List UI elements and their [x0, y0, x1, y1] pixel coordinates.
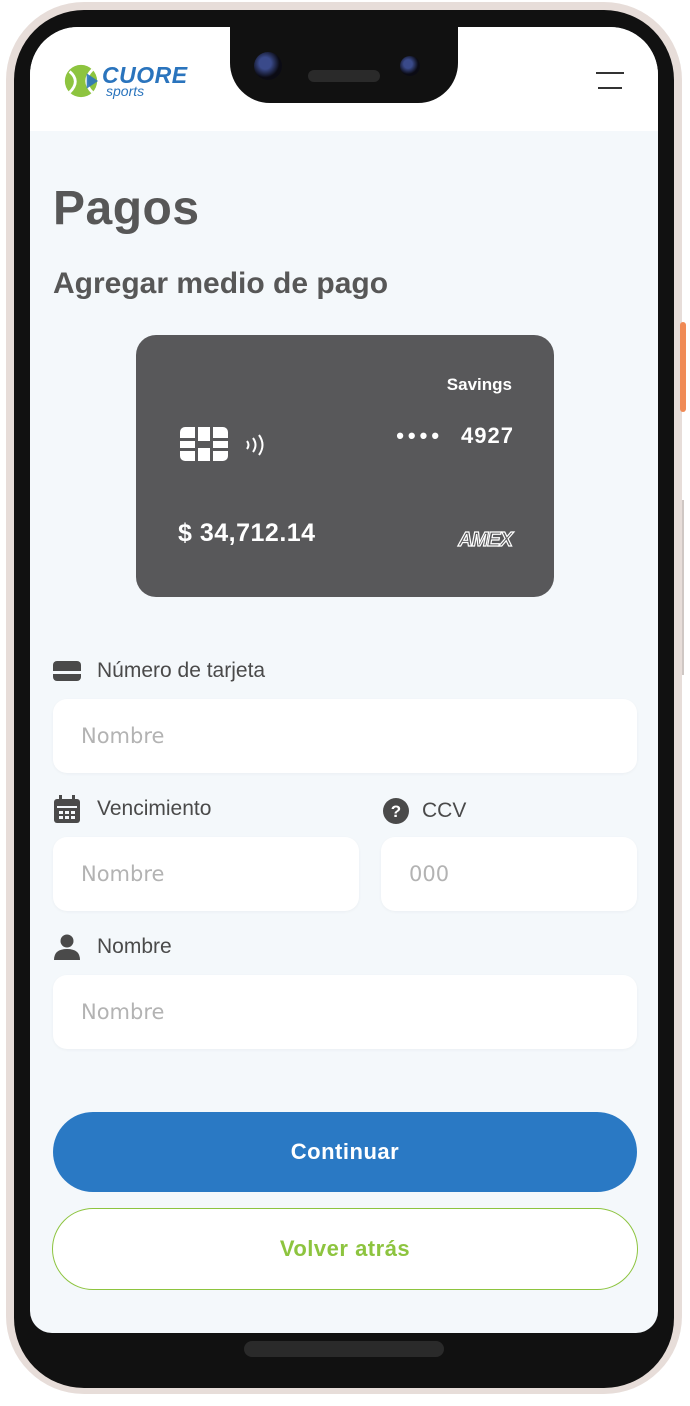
expiry-input[interactable]	[53, 837, 359, 911]
card-number: •••• 4927	[396, 423, 514, 449]
earpiece-speaker	[308, 70, 380, 82]
ccv-input[interactable]	[381, 837, 637, 911]
card-number-label: Número de tarjeta	[53, 657, 265, 685]
front-camera-icon	[254, 52, 282, 80]
card-account-type: Savings	[446, 375, 512, 394]
name-label: Nombre	[53, 933, 172, 961]
card-masked-dots: ••••	[396, 423, 444, 448]
brand-logo[interactable]: CUORE sports	[62, 61, 188, 101]
card-balance: $ 34,712.14	[178, 519, 316, 547]
card-last-digits: 4927	[461, 423, 514, 448]
ccv-label-text: CCV	[422, 799, 467, 822]
payment-card[interactable]: Savings •••• 4927 $ 34,712.14 AMEX	[136, 335, 554, 597]
card-icon	[53, 657, 81, 685]
contactless-icon	[246, 434, 264, 456]
continue-button[interactable]: Continuar	[53, 1112, 637, 1192]
menu-icon[interactable]	[596, 69, 624, 93]
card-number-input[interactable]	[53, 699, 637, 773]
card-number-label-text: Número de tarjeta	[97, 659, 266, 682]
name-label-text: Nombre	[97, 935, 172, 958]
card-brand-logo: AMEX	[458, 528, 514, 551]
expiry-label-text: Vencimiento	[97, 797, 212, 820]
sensor-icon	[400, 56, 420, 76]
phone-side-button	[680, 322, 686, 412]
back-button[interactable]: Volver atrás	[52, 1208, 638, 1290]
svg-text:?: ?	[391, 802, 401, 821]
app-screen: CUORE sports Pagos Agregar medio de pago…	[30, 27, 658, 1333]
name-input[interactable]	[53, 975, 637, 1049]
page-title: Pagos	[53, 182, 200, 235]
home-indicator[interactable]	[244, 1341, 444, 1357]
ball-logo-icon	[64, 64, 99, 98]
phone-side-edge	[682, 500, 684, 675]
calendar-icon	[53, 795, 81, 823]
expiry-label: Vencimiento	[53, 795, 211, 823]
user-icon	[53, 933, 81, 961]
ccv-label: ? CCV	[382, 797, 466, 825]
help-icon[interactable]: ?	[382, 797, 410, 825]
page-subtitle: Agregar medio de pago	[53, 267, 389, 300]
chip-icon	[180, 427, 228, 461]
